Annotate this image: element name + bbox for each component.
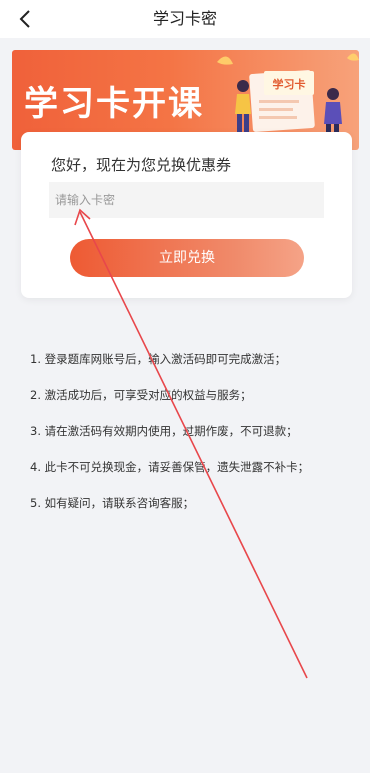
rule-item: 2. 激活成功后，可享受对应的权益与服务； <box>30 388 252 402</box>
rule-item: 5. 如有疑问，请联系咨询客服； <box>30 496 195 510</box>
banner-sign-text: 学习卡 <box>273 77 306 91</box>
rule-item: 1. 登录题库网账号后，输入激活码即可完成激活； <box>30 352 287 366</box>
banner-title: 学习卡开课 <box>24 84 204 124</box>
rules-list: 1. 登录题库网账号后，输入激活码即可完成激活； 2. 激活成功后，可享受对应的… <box>30 350 350 530</box>
redeem-card: 您好，现在为您兑换优惠券 立即兑换 <box>21 132 352 298</box>
card-code-input[interactable] <box>49 182 324 218</box>
rule-item: 4. 此卡不可兑换现金，请妥善保管，遗失泄露不补卡； <box>30 460 310 474</box>
redeem-title: 您好，现在为您兑换优惠券 <box>51 156 232 174</box>
page-title: 学习卡密 <box>152 9 217 28</box>
top-bar: 学习卡密 <box>0 0 370 38</box>
redeem-button[interactable]: 立即兑换 <box>70 239 304 277</box>
rule-item: 3. 请在激活码有效期内使用，过期作废，不可退款； <box>30 424 298 438</box>
